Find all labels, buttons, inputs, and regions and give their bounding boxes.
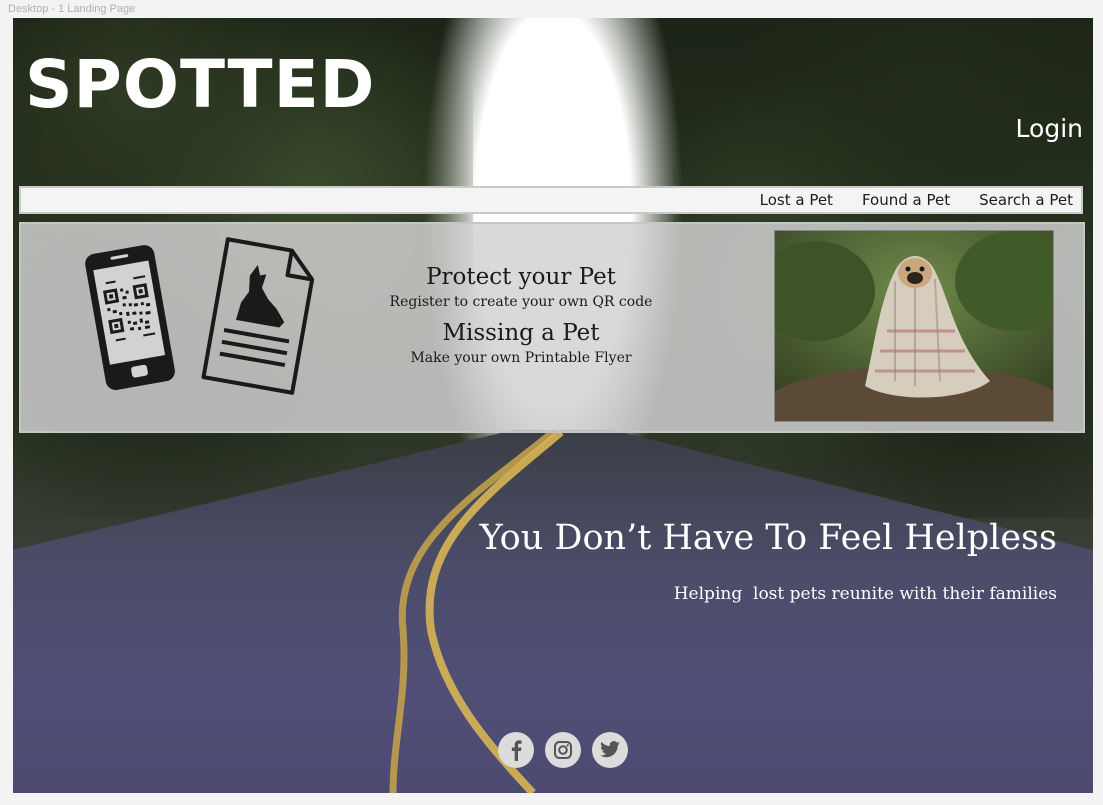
social-links — [498, 732, 628, 768]
twitter-icon — [600, 741, 620, 758]
facebook-icon — [511, 740, 522, 761]
login-link[interactable]: Login — [1016, 114, 1083, 143]
protect-text: Register to create your own QR code — [389, 294, 653, 310]
info-text: Protect your Pet Register to create your… — [331, 262, 711, 374]
spotted-logo[interactable]: SPOTTED — [25, 52, 375, 118]
nav-search-a-pet[interactable]: Search a Pet — [979, 191, 1073, 209]
artboard-label: Desktop - 1 Landing Page — [8, 3, 136, 15]
instagram-button[interactable] — [545, 732, 581, 768]
missing-text: Make your own Printable Flyer — [410, 350, 632, 366]
logo-text: SPOTTED — [25, 46, 376, 123]
twitter-button[interactable] — [592, 732, 628, 768]
landing-page: SPOTTED Login Lost a Pet Found a Pet Sea… — [13, 18, 1093, 793]
protect-title: Protect your Pet — [426, 264, 616, 290]
hero-title: You Don’t Have To Feel Helpless — [479, 518, 1057, 558]
instagram-icon — [554, 741, 572, 759]
pug-photo — [774, 230, 1054, 422]
phone-qr-icon — [85, 245, 175, 390]
hero-subtitle: Helping lost pets reunite with their fam… — [673, 584, 1057, 604]
facebook-button[interactable] — [498, 732, 534, 768]
main-nav: Lost a Pet Found a Pet Search a Pet — [19, 186, 1083, 214]
missing-title: Missing a Pet — [442, 320, 600, 346]
nav-found-a-pet[interactable]: Found a Pet — [862, 191, 950, 209]
nav-lost-a-pet[interactable]: Lost a Pet — [760, 191, 833, 209]
info-panel: Protect your Pet Register to create your… — [19, 222, 1085, 433]
flyer-icon — [201, 237, 315, 395]
